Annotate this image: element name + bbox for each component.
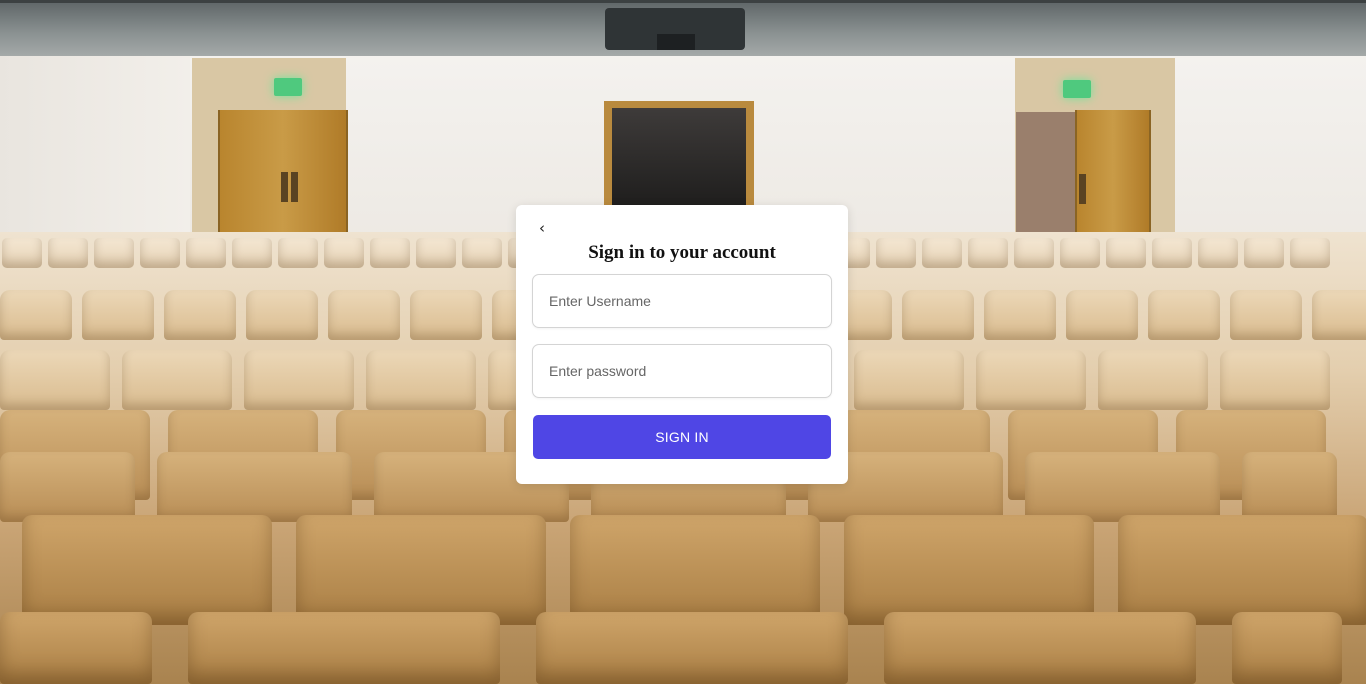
chair bbox=[296, 515, 546, 625]
chair-row-front bbox=[0, 612, 1366, 684]
password-input[interactable] bbox=[532, 344, 832, 398]
chair bbox=[0, 612, 152, 684]
chair bbox=[0, 290, 72, 340]
chair bbox=[370, 238, 410, 268]
chair bbox=[140, 238, 180, 268]
chair bbox=[976, 350, 1086, 410]
chair bbox=[188, 612, 500, 684]
chair bbox=[1025, 452, 1220, 522]
chair bbox=[1230, 290, 1302, 340]
chair bbox=[1152, 238, 1192, 268]
chair bbox=[1014, 238, 1054, 268]
door-handle bbox=[281, 172, 288, 202]
chair bbox=[536, 612, 848, 684]
chair bbox=[246, 290, 318, 340]
chair bbox=[1242, 452, 1337, 522]
chair bbox=[82, 290, 154, 340]
chair bbox=[328, 290, 400, 340]
chair bbox=[22, 515, 272, 625]
chair bbox=[164, 290, 236, 340]
login-page: ‹ Sign in to your account SIGN IN bbox=[0, 0, 1366, 684]
login-card: ‹ Sign in to your account SIGN IN bbox=[516, 205, 848, 484]
chair bbox=[922, 238, 962, 268]
chair bbox=[1148, 290, 1220, 340]
chair bbox=[416, 238, 456, 268]
chair bbox=[186, 238, 226, 268]
chair bbox=[876, 238, 916, 268]
chair bbox=[844, 515, 1094, 625]
chair bbox=[902, 290, 974, 340]
chair bbox=[410, 290, 482, 340]
door-handle bbox=[291, 172, 298, 202]
username-input[interactable] bbox=[532, 274, 832, 328]
chair-row-front bbox=[0, 515, 1366, 625]
door-handle bbox=[1079, 174, 1086, 204]
chair bbox=[1066, 290, 1138, 340]
exit-sign-left bbox=[274, 78, 302, 96]
back-button[interactable]: ‹ bbox=[534, 219, 550, 237]
chair bbox=[244, 350, 354, 410]
chair bbox=[2, 238, 42, 268]
chair bbox=[1098, 350, 1208, 410]
chair bbox=[1198, 238, 1238, 268]
exit-sign-right bbox=[1063, 80, 1091, 98]
chair bbox=[324, 238, 364, 268]
chair bbox=[157, 452, 352, 522]
chair bbox=[1232, 612, 1342, 684]
chair bbox=[1312, 290, 1366, 340]
ceiling-edge bbox=[0, 0, 1366, 3]
sign-in-button[interactable]: SIGN IN bbox=[533, 415, 831, 459]
chair bbox=[968, 238, 1008, 268]
chair bbox=[366, 350, 476, 410]
chair bbox=[0, 452, 135, 522]
login-title: Sign in to your account bbox=[588, 242, 776, 263]
chair bbox=[1106, 238, 1146, 268]
chair bbox=[0, 350, 110, 410]
chair bbox=[232, 238, 272, 268]
chair bbox=[1220, 350, 1330, 410]
chair bbox=[122, 350, 232, 410]
left-wall bbox=[0, 50, 190, 260]
chair bbox=[462, 238, 502, 268]
chair bbox=[854, 350, 964, 410]
chair bbox=[1244, 238, 1284, 268]
chair bbox=[1118, 515, 1366, 625]
booth-window bbox=[612, 108, 746, 206]
chair bbox=[570, 515, 820, 625]
chair bbox=[94, 238, 134, 268]
chair bbox=[278, 238, 318, 268]
projector bbox=[605, 8, 745, 50]
chevron-left-icon: ‹ bbox=[539, 219, 545, 237]
chair bbox=[1060, 238, 1100, 268]
chair bbox=[884, 612, 1196, 684]
chair bbox=[1290, 238, 1330, 268]
chair bbox=[48, 238, 88, 268]
chair bbox=[984, 290, 1056, 340]
